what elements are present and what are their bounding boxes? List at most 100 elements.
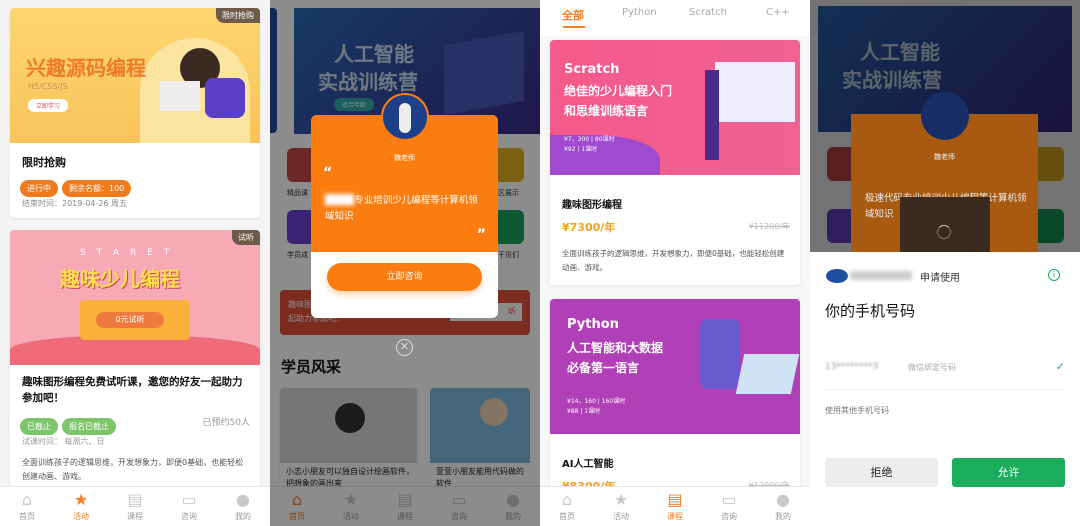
home-screen-popup: 人工智能 实战训练营 适合年龄 精品课 区展示 学员成 干货们 趣味图形编程免费… (270, 0, 540, 526)
nav-activity[interactable]: ★ 活动 (594, 487, 648, 526)
tab-python[interactable]: Python (622, 7, 657, 18)
banner-image: 兴趣源码编程 H5/CSS/JS 立即学习 (10, 8, 260, 143)
course-title: 趣味图形编程 (562, 200, 622, 211)
user-icon: ● (776, 490, 790, 509)
banner-button: 立即学习 (28, 99, 69, 112)
booked-count: 已预约50人 (202, 418, 250, 428)
chat-icon: ▭ (721, 490, 737, 509)
end-time: 结束时间：2019-04-26 周五 (22, 199, 128, 208)
original-price: ¥11200/年 (748, 222, 790, 231)
home-icon: ⌂ (561, 490, 573, 509)
course-card[interactable]: Python 人工智能和大数据 必备第一语言 ¥14，160 | 160课时 ¥… (550, 299, 800, 499)
course-desc: 全面训练孩子的逻辑思维，开发想象力，即便0基础，也能轻松创建动画、游戏。 (562, 249, 785, 272)
course-banner: Scratch 绝佳的少儿编程入门 和思维训练语言 ¥7，300 | 80课时 … (550, 40, 800, 175)
check-icon: ✓ (1055, 360, 1065, 373)
info-icon[interactable]: i (1048, 269, 1060, 281)
nav-course[interactable]: ▤ 课程 (648, 487, 702, 526)
card-title: 限时抢购 (22, 156, 66, 169)
banner-title: 趣味少儿编程 (60, 267, 180, 291)
close-icon[interactable]: ✕ (396, 339, 413, 356)
closed-badge: 已截止 (20, 418, 58, 435)
nav-label: 首页 (559, 512, 575, 521)
nav-label: 我的 (775, 512, 791, 521)
nav-label: 咨询 (721, 512, 737, 521)
banner-line: 和思维训练语言 (564, 104, 649, 118)
limited-tag: 限时抢购 (216, 8, 260, 23)
document-icon: ▤ (127, 490, 143, 509)
tab-all[interactable]: 全部 (562, 7, 584, 23)
course-card[interactable]: Scratch 绝佳的少儿编程入门 和思维训练语言 ¥7，300 | 80课时 … (550, 40, 800, 285)
home-icon: ⌂ (21, 490, 33, 509)
bottom-nav: ⌂ 首页 ★ 活动 ▤ 课程 ▭ 咨询 ● 我的 (0, 486, 270, 526)
phone-note: 微信绑定号码 (908, 363, 956, 372)
trial-card[interactable]: S T A R E T 趣味少儿编程 0元试听 试听 趣味图形编程免费试听课，邀… (10, 230, 260, 490)
banner-lang: Scratch (564, 62, 620, 77)
teacher-quote: ████专业培训少儿编程等计算机领域知识 (325, 195, 478, 222)
banner-price: ¥14，160 | 160课时 (567, 398, 626, 405)
nav-activity[interactable]: ★ 活动 (54, 487, 108, 526)
banner-image: S T A R E T 趣味少儿编程 0元试听 (10, 230, 260, 365)
card-desc: 全面训练孩子的逻辑思维，开发想象力，即便0基础，也能轻松创建动画、游戏。 (22, 458, 244, 481)
teacher-avatar (921, 92, 969, 140)
phone-auth-screen: 人工智能 实战训练营 魏老师 极速代码专业培训少儿编程等计算机领域知识 申请使用… (810, 0, 1080, 526)
nav-consult[interactable]: ▭ 咨询 (702, 487, 756, 526)
nav-label: 课程 (667, 512, 683, 521)
nav-home[interactable]: ⌂ 首页 (540, 487, 594, 526)
nav-label: 活动 (613, 512, 629, 521)
course-title: AI人工智能 (562, 459, 614, 470)
nav-course[interactable]: ▤ 课程 (108, 487, 162, 526)
app-logo (826, 269, 848, 283)
banner-title: 兴趣源码编程 (26, 56, 146, 80)
nav-home[interactable]: ⌂ 首页 (0, 487, 54, 526)
teacher-avatar (381, 93, 429, 141)
chat-icon: ▭ (181, 490, 197, 509)
flash-sale-card[interactable]: 兴趣源码编程 H5/CSS/JS 立即学习 限时抢购 限时抢购 进行中 剩余名额：… (10, 8, 260, 218)
consult-now-button[interactable]: 立即咨询 (327, 263, 482, 291)
course-banner: Python 人工智能和大数据 必备第一语言 ¥14，160 | 160课时 ¥… (550, 299, 800, 434)
nav-label: 我的 (235, 512, 251, 521)
bottom-nav: ⌂ 首页 ★ 活动 ▤ 课程 ▭ 咨询 ● 我的 (540, 486, 810, 526)
banner-price: ¥88 | 1课时 (567, 408, 601, 415)
loading-toast (900, 197, 990, 252)
document-icon: ▤ (667, 490, 683, 509)
request-label: 申请使用 (920, 273, 960, 284)
teacher-name: 魏老师 (394, 154, 415, 162)
banner-line: 人工智能和大数据 (567, 341, 664, 355)
nav-label: 活动 (73, 512, 89, 521)
trial-tag: 试听 (232, 230, 260, 245)
teacher-popup: 魏老师 “ ████专业培训少儿编程等计算机领域知识 ” 立即咨询 (311, 115, 498, 318)
star-icon: ★ (73, 490, 89, 509)
tab-scratch[interactable]: Scratch (689, 7, 727, 18)
nav-label: 课程 (127, 512, 143, 521)
banner-lang: Python (567, 317, 619, 332)
banner-line: 必备第一语言 (567, 361, 640, 375)
allow-button[interactable]: 允许 (952, 458, 1065, 487)
banner-line: 绝佳的少儿编程入门 (564, 84, 673, 98)
user-icon: ● (236, 490, 250, 509)
remaining-badge: 剩余名额：100 (62, 180, 132, 197)
sheet-title: 你的手机号码 (825, 302, 916, 320)
nav-label: 首页 (19, 512, 35, 521)
star-icon: ★ (613, 490, 629, 509)
tab-cpp[interactable]: C++ (766, 7, 790, 18)
status-badge: 进行中 (20, 180, 58, 197)
use-other-phone-link[interactable]: 使用其他手机号码 (825, 405, 889, 416)
app-name-blurred (850, 271, 912, 280)
teacher-name: 魏老师 (934, 153, 955, 161)
auth-sheet: 申请使用 i 你的手机号码 13********3 微信绑定号码 ✓ 使用其他手… (810, 252, 1080, 526)
card-title: 趣味图形编程免费试听课，邀您的好友一起助力参加吧！ (22, 376, 243, 404)
course-screen: 全部 Python Scratch C++ Scratch 绝佳的少儿编程入门 … (540, 0, 810, 526)
banner-price: ¥7，300 | 80课时 (564, 136, 615, 143)
quote-close-icon: ” (476, 227, 486, 243)
quote-open-icon: “ (323, 165, 333, 181)
nav-mine[interactable]: ● 我的 (216, 487, 270, 526)
nav-consult[interactable]: ▭ 咨询 (162, 487, 216, 526)
bound-phone-option[interactable]: 13********3 微信绑定号码 ✓ (825, 360, 1065, 390)
active-tab-indicator (563, 26, 585, 28)
trial-button: 0元试听 (96, 312, 164, 328)
phone-number: 13********3 (825, 362, 879, 372)
reject-button[interactable]: 拒绝 (825, 458, 938, 487)
trial-time: 试课时间： 每周六、日 (22, 437, 105, 446)
nav-mine[interactable]: ● 我的 (756, 487, 810, 526)
banner-letters: S T A R E T (80, 248, 174, 258)
